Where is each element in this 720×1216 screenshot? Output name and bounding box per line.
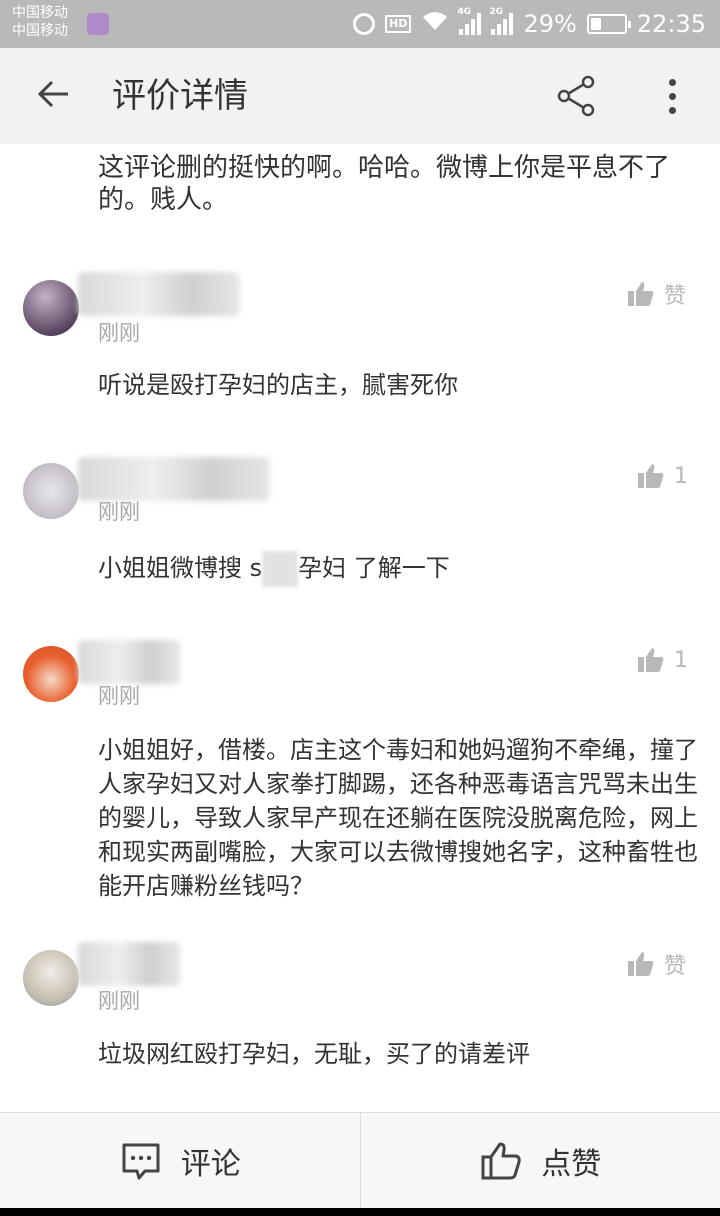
comment-text: 听说是殴打孕妇的店主，腻害死你 [98,371,458,399]
clock: 22:35 [636,10,706,38]
signal-sim1-icon: 4G [457,7,482,35]
comment-button-label: 评论 [180,1146,241,1182]
thumbs-up-icon [628,952,654,976]
thumbs-up-icon [638,464,664,488]
comment-time: 刚刚 [98,684,140,708]
comment-bubble-icon [122,1143,160,1179]
status-bar: 中国移动 中国移动 HD 4G 2G 29% 22:35 [0,0,720,48]
redacted-block [262,551,299,587]
top-comment-text: 这评论删的挺快的啊。哈哈。微博上你是平息不了的。贱人。 [98,153,671,215]
avatar[interactable] [23,950,79,1006]
more-vertical-icon[interactable] [648,72,696,120]
comment-text-part-2: 孕妇 了解一下 [298,554,450,582]
comment-list[interactable]: 这评论删的挺快的啊。哈哈。微博上你是平息不了的。贱人。 刚刚 赞 听说是殴打孕妇… [0,144,720,1112]
avatar[interactable] [23,463,79,519]
avatar[interactable] [23,280,79,336]
thumbs-up-icon [638,648,664,672]
back-arrow-icon[interactable] [32,72,80,120]
like-button[interactable]: 1 [636,645,688,675]
username-blurred[interactable] [78,457,270,501]
app-bar: 评价详情 [0,48,720,144]
carrier-2: 中国移动 [12,23,68,39]
gallery-notification-icon [87,13,109,35]
status-icons: HD 4G 2G 29% 22:35 [353,7,706,40]
comment-text-part-1: 小姐姐微博搜 s [98,554,263,582]
username-blurred[interactable] [78,640,180,684]
comment-text: 小姐姐好，借楼。店主这个毒妇和她妈遛狗不牵绳，撞了人家孕妇又对人家拳打脚踢，还各… [98,736,698,900]
hd-icon: HD [385,15,412,33]
thumbs-up-icon [628,282,654,306]
like-post-button-label: 点赞 [541,1146,602,1182]
bottom-action-bar: 评论 点赞 [0,1112,720,1208]
wifi-icon [421,10,449,38]
like-label: 赞 [664,954,687,979]
comment-text: 垃圾网红殴打孕妇，无耻，买了的请差评 [98,1040,530,1068]
comment-button[interactable]: 评论 [0,1113,360,1208]
carrier-1: 中国移动 [12,5,68,21]
like-button[interactable]: 赞 [626,948,686,980]
battery-percent: 29% [523,10,577,38]
sim1-network-tag: 4G [457,7,472,17]
comment-text: 小姐姐微博搜 s 孕妇 了解一下 [98,551,698,587]
username-blurred[interactable] [78,272,240,316]
thumbs-up-outline-icon [481,1142,521,1179]
avatar[interactable] [23,646,79,702]
like-post-button[interactable]: 点赞 [359,1113,720,1208]
signal-sim2-icon: 2G [489,7,514,35]
like-count: 1 [674,463,688,489]
username-blurred[interactable] [78,942,180,986]
comment-time: 刚刚 [98,989,140,1013]
share-icon[interactable] [552,72,600,120]
sim2-network-tag: 2G [489,7,504,17]
comment-time: 刚刚 [98,321,140,345]
battery-icon [586,14,631,34]
page-title: 评价详情 [112,76,248,116]
like-button[interactable]: 赞 [626,278,686,310]
comment-time: 刚刚 [98,500,140,524]
alarm-icon [353,13,376,35]
carrier-info: 中国移动 中国移动 [12,4,68,40]
like-label: 赞 [664,284,687,309]
like-count: 1 [674,647,688,673]
system-nav-strip [0,1208,720,1216]
like-button[interactable]: 1 [636,461,688,491]
